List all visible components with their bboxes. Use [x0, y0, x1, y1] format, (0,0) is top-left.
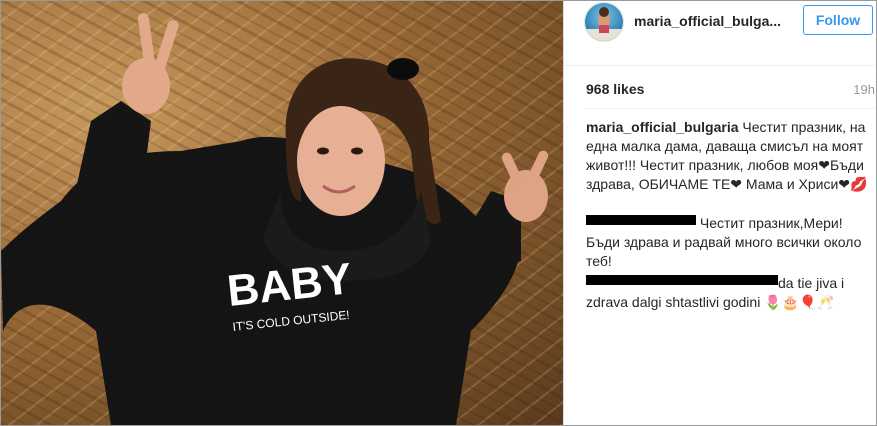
comment-username[interactable]: maria_official_bulgaria [586, 119, 739, 135]
redacted-username [586, 275, 778, 285]
likes-count[interactable]: 968 likes [586, 81, 644, 97]
follow-button[interactable]: Follow [803, 5, 873, 35]
caption-comment: maria_official_bulgaria Честит празник, … [586, 118, 868, 194]
redacted-username [586, 215, 696, 225]
comment-item: Честит празник,Мери! Бъди здрава и радва… [586, 214, 868, 271]
comment-item: da tie jiva i zdrava dalgi shtastlivi go… [586, 274, 868, 312]
avatar[interactable] [585, 3, 623, 41]
post-header: maria_official_bulga... Follow [564, 1, 876, 66]
child-photo-illustration: BABY IT'S COLD OUTSIDE! [1, 13, 549, 425]
post-photo[interactable]: BABY IT'S COLD OUTSIDE! [1, 1, 563, 425]
avatar-picture [585, 7, 623, 41]
post-username[interactable]: maria_official_bulga... [634, 13, 781, 29]
instagram-post: BABY IT'S COLD OUTSIDE! maria_official_b… [0, 0, 877, 426]
post-timestamp[interactable]: 19h [853, 82, 875, 97]
post-sidebar: maria_official_bulga... Follow 968 likes… [563, 1, 876, 425]
divider [584, 108, 876, 109]
